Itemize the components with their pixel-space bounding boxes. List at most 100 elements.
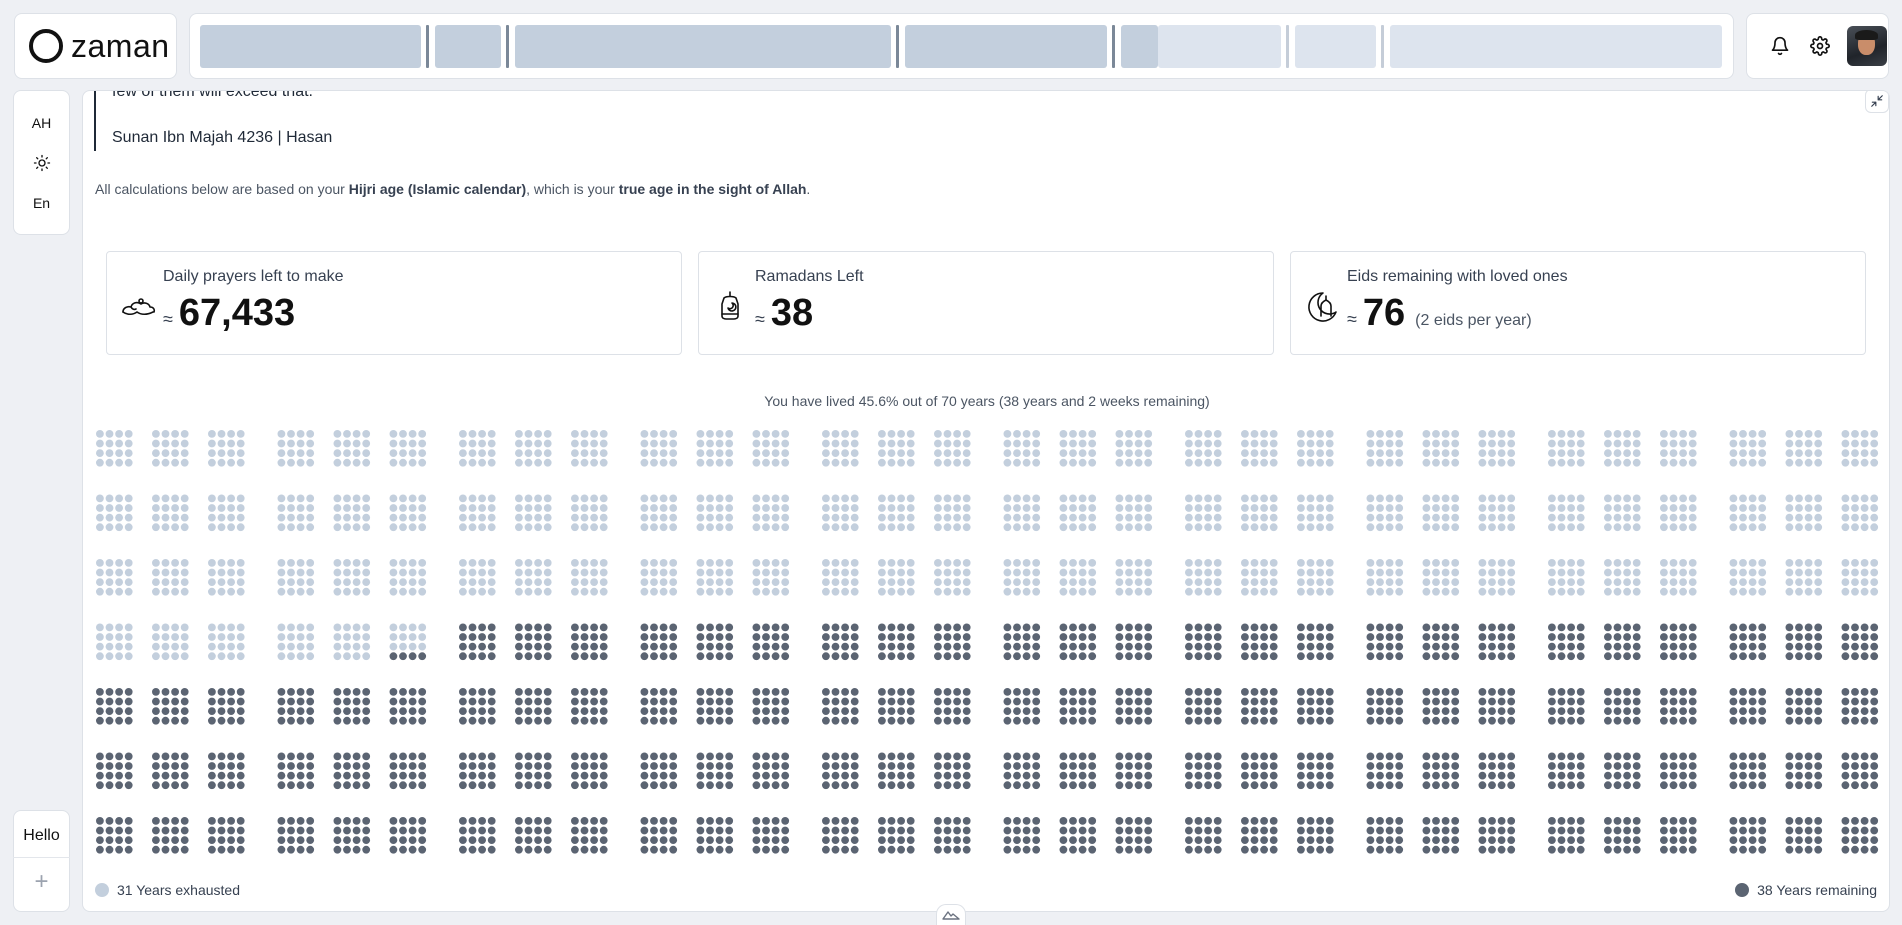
dot-remaining [1366, 826, 1375, 835]
logo[interactable]: zaman [14, 13, 177, 79]
nav-segment[interactable] [435, 25, 501, 68]
dot-remaining [287, 752, 295, 761]
dot-remaining [1059, 697, 1068, 706]
dot-remaining [669, 688, 678, 696]
dot-lived [887, 578, 896, 586]
dot-remaining [524, 781, 533, 790]
dot-lived [287, 523, 295, 532]
dot-remaining [841, 688, 849, 696]
sun-icon[interactable] [33, 154, 51, 172]
dot-remaining [515, 817, 523, 825]
dot-lived [831, 513, 840, 522]
add-profile-button[interactable]: + [34, 870, 48, 894]
nav-segment[interactable] [1295, 25, 1376, 68]
dot-lived [468, 430, 477, 438]
dot-remaining [389, 771, 398, 780]
dot-lived [850, 504, 859, 512]
dot-remaining [1032, 826, 1041, 835]
dot-remaining [1557, 697, 1566, 706]
mountain-icon[interactable] [936, 904, 966, 925]
nav-segment[interactable] [1121, 25, 1158, 68]
dot-lived [1613, 523, 1622, 532]
dot-remaining [640, 633, 649, 641]
dot-remaining [752, 642, 761, 651]
dot-lived [781, 504, 790, 512]
bell-icon[interactable] [1767, 33, 1793, 59]
dot-lived [1316, 449, 1324, 457]
dot-remaining [1451, 781, 1460, 790]
dot-remaining [1059, 836, 1068, 844]
dot-remaining [1432, 836, 1440, 844]
dot-remaining [296, 707, 305, 715]
dot-remaining [1013, 633, 1021, 641]
dot-lived [1679, 458, 1687, 467]
dot-remaining [1567, 836, 1575, 844]
dot-remaining [399, 716, 407, 725]
dot-remaining [161, 836, 170, 844]
dot-lived [1241, 430, 1249, 438]
nav-segment[interactable] [905, 25, 1107, 68]
dot-lived [1814, 559, 1823, 567]
dot-remaining [669, 836, 678, 844]
dot-remaining [1604, 781, 1612, 790]
dot-lived [468, 439, 477, 448]
dot-remaining [1297, 771, 1305, 780]
nav-segment[interactable] [1390, 25, 1722, 68]
nav-segment[interactable] [200, 25, 421, 68]
dot-remaining [1795, 707, 1803, 715]
dot-remaining [1125, 752, 1133, 761]
dot-remaining [1134, 707, 1143, 715]
dot-remaining [1576, 652, 1585, 661]
dot-lived [1451, 513, 1460, 522]
dot-remaining [1395, 752, 1404, 761]
dot-remaining [1567, 752, 1575, 761]
nav-segment[interactable] [515, 25, 891, 68]
dot-lived [831, 449, 840, 457]
gear-icon[interactable] [1807, 33, 1833, 59]
dot-lived [306, 578, 315, 586]
dot-remaining [1003, 652, 1012, 661]
dot-lived [590, 559, 598, 567]
dot-remaining [418, 762, 427, 770]
dot-remaining [1795, 817, 1803, 825]
language-button[interactable]: En [33, 194, 50, 212]
dot-lived [408, 458, 417, 467]
dot-remaining [725, 707, 734, 715]
dot-remaining [1250, 623, 1259, 632]
avatar[interactable] [1847, 26, 1887, 66]
year-block [96, 752, 245, 790]
dot-lived [515, 458, 523, 467]
dot-remaining [1185, 697, 1193, 706]
dot-lived [1804, 559, 1813, 567]
dot-remaining [515, 623, 523, 632]
collapse-icon[interactable] [1865, 91, 1889, 113]
dot-remaining [1078, 762, 1087, 770]
dot-lived [543, 513, 552, 522]
profile-label[interactable]: Hello [23, 827, 59, 845]
dot-remaining [459, 845, 467, 854]
dot-lived [897, 523, 905, 532]
dot-lived [580, 587, 589, 596]
dot-remaining [580, 716, 589, 725]
dot-lived [1451, 504, 1460, 512]
dot-lived [580, 513, 589, 522]
dot-lived [943, 430, 952, 438]
dot-lived [725, 587, 734, 596]
dot-remaining [943, 845, 952, 854]
dot-remaining [1478, 817, 1487, 825]
dot-remaining [831, 781, 840, 790]
dot-remaining [640, 688, 649, 696]
dot-remaining [1185, 836, 1193, 844]
nav-segment[interactable] [1158, 25, 1281, 68]
dot-remaining [478, 836, 486, 844]
dot-remaining [1306, 642, 1315, 651]
dot-lived [822, 430, 830, 438]
dot-lived [1841, 504, 1850, 512]
dot-lived [1688, 430, 1697, 438]
dot-remaining [1185, 623, 1193, 632]
dot-lived [343, 439, 351, 448]
dot-lived [1488, 523, 1496, 532]
calendar-toggle-button[interactable]: AH [32, 114, 51, 132]
dot-remaining [934, 752, 942, 761]
dot-remaining [227, 845, 236, 854]
